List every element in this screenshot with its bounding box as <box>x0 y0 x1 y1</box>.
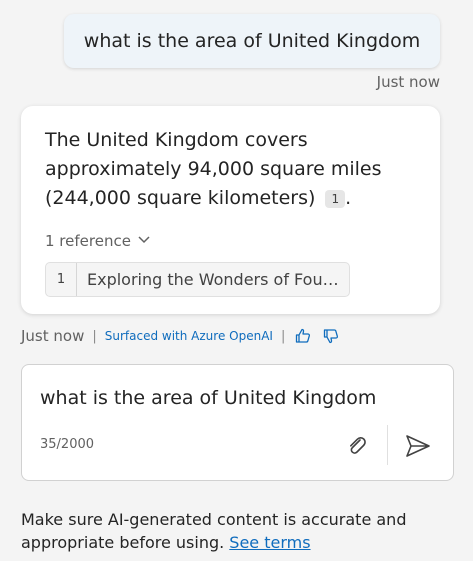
paperclip-icon[interactable] <box>344 433 370 459</box>
bot-message-meta: Just now | Surfaced with Azure OpenAI | <box>21 326 341 346</box>
user-message-timestamp: Just now <box>376 73 440 91</box>
bot-answer: The United Kingdom covers approximately … <box>45 126 425 213</box>
message-composer[interactable]: what is the area of United Kingdom 35/20… <box>21 364 454 481</box>
thumbs-down-icon[interactable] <box>321 326 341 346</box>
composer-input[interactable]: what is the area of United Kingdom <box>40 387 420 409</box>
chevron-down-icon <box>137 232 151 250</box>
composer-divider <box>387 425 388 465</box>
citation-badge[interactable]: 1 <box>325 189 346 208</box>
reference-card[interactable]: 1 Exploring the Wonders of Fou… <box>45 262 350 297</box>
references-toggle-label: 1 reference <box>45 232 131 250</box>
reference-number: 1 <box>46 263 77 296</box>
thumbs-up-icon[interactable] <box>293 326 313 346</box>
answer-period: . <box>345 187 352 209</box>
character-counter: 35/2000 <box>40 437 95 452</box>
disclaimer-text: Make sure AI-generated content is accura… <box>21 510 407 552</box>
user-message-text: what is the area of United Kingdom <box>83 30 421 52</box>
meta-separator-2: | <box>280 328 286 344</box>
reference-title: Exploring the Wonders of Fou… <box>87 270 339 289</box>
user-message-bubble: what is the area of United Kingdom <box>64 14 440 68</box>
send-icon[interactable] <box>404 433 432 459</box>
surfaced-label: Surfaced with Azure OpenAI <box>104 329 273 343</box>
references-toggle[interactable]: 1 reference <box>45 232 151 250</box>
bot-message-card: The United Kingdom covers approximately … <box>21 106 440 314</box>
bot-message-timestamp: Just now <box>21 327 85 345</box>
meta-separator: | <box>92 328 97 344</box>
see-terms-link[interactable]: See terms <box>229 533 310 552</box>
disclaimer: Make sure AI-generated content is accura… <box>21 508 441 554</box>
